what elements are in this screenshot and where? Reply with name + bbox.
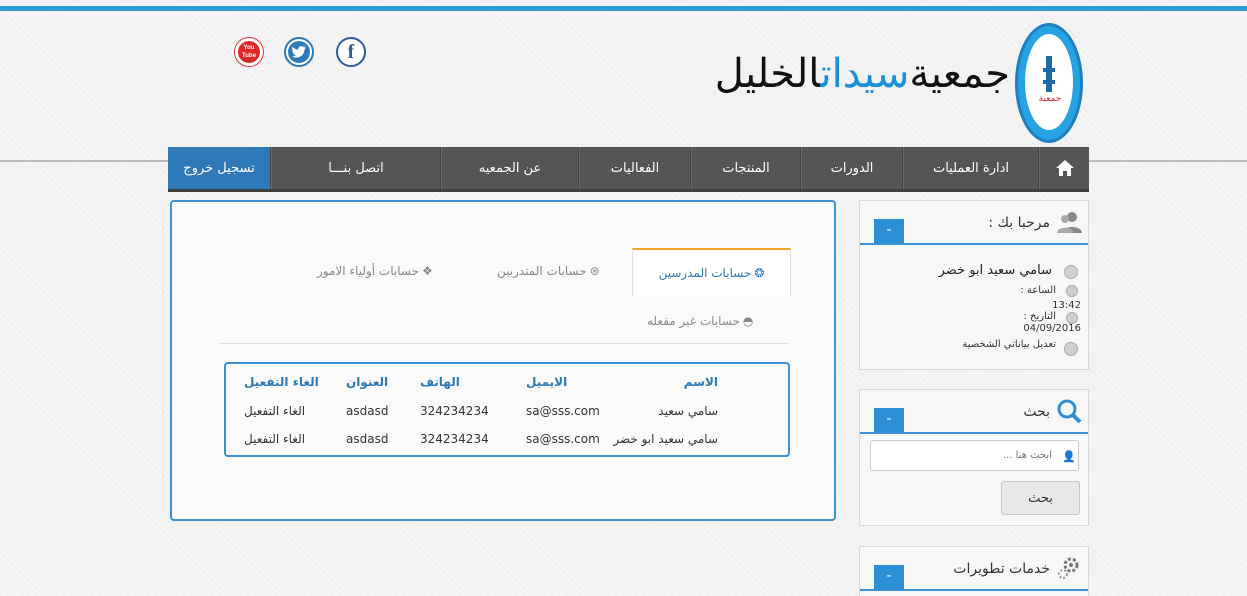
services-panel-header: خدمات تطويرات - — [860, 547, 1088, 591]
teachers-icon: ❂ — [754, 266, 765, 280]
tab-teachers[interactable]: ❂ حسابات المدرسين — [632, 248, 791, 296]
site-header: You Tube f جمعيةسيداتالخليل جمعية — [0, 11, 1247, 161]
inactive-icon: ◓ — [742, 314, 754, 328]
site-title: جمعيةسيداتالخليل — [715, 49, 1010, 99]
time-label: الساعة : — [1020, 285, 1056, 296]
welcome-title: مرحبا بك : — [988, 215, 1050, 231]
logo-mark — [1043, 68, 1055, 72]
date-label: التاريخ : — [1023, 311, 1056, 322]
cell-phone: 324234234 — [420, 404, 489, 418]
trainees-icon: ⊛ — [589, 264, 600, 278]
tab-guardians-label: حسابات أولياء الامور — [317, 264, 420, 278]
table-row: سامي سعيد ابو خضر sa@sss.com 324234234 a… — [226, 426, 788, 454]
column-header-email: الايميل — [526, 375, 568, 389]
youtube-icon: You Tube — [238, 41, 260, 63]
nav-item-courses[interactable]: الدورات — [801, 147, 903, 189]
guardians-icon: ❖ — [422, 264, 433, 278]
search-input[interactable] — [870, 440, 1079, 471]
table-header-row: الاسم الايميل الهاتف العنوان الغاء التفع… — [226, 369, 788, 397]
youtube-link[interactable]: You Tube — [234, 37, 264, 67]
search-title: بحث — [1023, 404, 1050, 420]
site-title-suffix: الخليل — [714, 51, 821, 97]
search-panel: بحث - 👤 بحث — [859, 389, 1089, 526]
gear-icon — [1058, 557, 1079, 579]
site-logo[interactable]: جمعية — [1015, 23, 1083, 143]
tab-trainees-label: حسابات المتدربين — [497, 264, 587, 278]
logo-mark — [1043, 80, 1055, 84]
main-nav: تسجيل خروج اتصل بنـــا عن الجمعيه الفعال… — [168, 147, 1089, 192]
cell-address: asdasd — [346, 404, 389, 418]
nav-home-button[interactable] — [1039, 147, 1089, 189]
services-collapse-button[interactable]: - — [874, 565, 904, 589]
column-header-phone: الهاتف — [420, 375, 460, 389]
user-name: سامي سعيد ابو خضر — [938, 263, 1052, 278]
accounts-table: الاسم الايميل الهاتف العنوان الغاء التفع… — [224, 362, 790, 457]
welcome-panel-header: مرحبا بك : - — [860, 201, 1088, 245]
accounts-panel: ❂ حسابات المدرسين ⊛ حسابات المتدربين ❖ ح… — [170, 200, 836, 521]
date-value: 04/09/2016 — [1023, 323, 1081, 334]
logo-text: جمعية — [1038, 94, 1062, 104]
cell-address: asdasd — [346, 432, 389, 446]
site-title-prefix: جمعية — [909, 51, 1010, 97]
welcome-collapse-button[interactable]: - — [874, 219, 904, 243]
search-button[interactable]: بحث — [1001, 481, 1080, 515]
deactivate-link[interactable]: الغاء التفعيل — [244, 404, 305, 418]
home-icon — [1055, 160, 1074, 176]
logo-mark — [1046, 56, 1052, 92]
facebook-link[interactable]: f — [336, 37, 366, 67]
logout-button[interactable]: تسجيل خروج — [168, 147, 271, 189]
services-title: خدمات تطويرات — [953, 561, 1050, 577]
cell-email: sa@sss.com — [526, 432, 600, 446]
search-collapse-button[interactable]: - — [874, 408, 904, 432]
nav-item-products[interactable]: المنتجات — [691, 147, 801, 189]
edit-profile-link[interactable]: تعديل بياناتي الشخصية — [962, 339, 1056, 350]
cell-name: سامي سعيد — [658, 404, 718, 418]
nav-item-operations[interactable]: ادارة العمليات — [903, 147, 1039, 189]
cell-phone: 324234234 — [420, 432, 489, 446]
youtube-label-you: You — [243, 45, 255, 51]
time-value: 13:42 — [1052, 300, 1081, 311]
bullet-icon — [1066, 285, 1078, 297]
twitter-link[interactable] — [284, 37, 314, 67]
deactivate-link[interactable]: الغاء التفعيل — [244, 432, 305, 446]
services-panel: خدمات تطويرات - — [859, 546, 1089, 596]
bullet-icon — [1064, 265, 1078, 279]
site-title-accent: سيدات — [820, 51, 910, 97]
logo-inner: جمعية — [1025, 34, 1073, 130]
cell-name: سامي سعيد ابو خضر — [613, 432, 718, 446]
cell-email: sa@sss.com — [526, 404, 600, 418]
nav-item-contact[interactable]: اتصل بنـــا — [271, 147, 441, 189]
welcome-panel: مرحبا بك : - سامي سعيد ابو خضر الساعة : … — [859, 200, 1089, 370]
facebook-icon: f — [347, 41, 355, 63]
youtube-label-tube: Tube — [242, 53, 256, 59]
nav-item-about[interactable]: عن الجمعيه — [441, 147, 579, 189]
tab-guardians[interactable]: ❖ حسابات أولياء الامور — [317, 264, 433, 278]
users-icon — [1057, 212, 1082, 233]
tabs-divider — [219, 343, 789, 344]
tab-inactive-label: حسابات غير مفعله — [647, 314, 740, 328]
user-icon: 👤 — [1062, 450, 1076, 463]
twitter-icon — [288, 41, 310, 63]
column-header-name: الاسم — [683, 375, 718, 389]
column-header-deactivate: الغاء التفعيل — [244, 375, 319, 389]
search-panel-header: بحث - — [860, 390, 1088, 434]
bullet-icon — [1064, 342, 1078, 356]
table-row: سامي سعيد sa@sss.com 324234234 asdasd ال… — [226, 398, 788, 426]
tab-inactive[interactable]: ◓ حسابات غير مفعله — [647, 314, 753, 328]
nav-item-events[interactable]: الفعاليات — [579, 147, 691, 189]
column-header-address: العنوان — [346, 375, 389, 389]
tab-teachers-label: حسابات المدرسين — [658, 266, 752, 280]
tab-trainees[interactable]: ⊛ حسابات المتدربين — [497, 264, 600, 278]
search-icon — [1057, 399, 1082, 424]
